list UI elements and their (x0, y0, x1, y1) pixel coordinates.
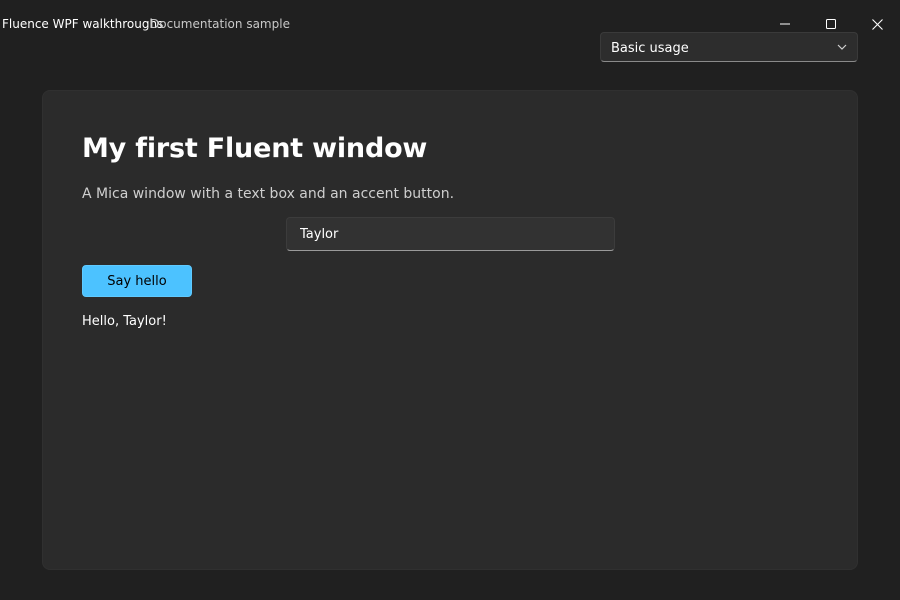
page-description: A Mica window with a text box and an acc… (82, 186, 455, 202)
chevron-down-icon (837, 44, 847, 50)
content-card: My first Fluent window A Mica window wit… (42, 90, 858, 570)
app-window: Fluence WPF walkthroughs Documentation s… (0, 0, 900, 600)
name-input[interactable] (286, 217, 615, 251)
page-title: My first Fluent window (82, 133, 428, 164)
walkthrough-select[interactable]: Basic usage (600, 32, 858, 62)
close-button[interactable] (854, 8, 900, 40)
close-icon (871, 18, 883, 30)
minimize-icon (780, 23, 790, 25)
app-title: Fluence WPF walkthroughs (2, 17, 164, 31)
walkthrough-select-value: Basic usage (611, 41, 689, 56)
maximize-icon (826, 19, 836, 29)
greeting-text: Hello, Taylor! (82, 314, 167, 329)
say-hello-button[interactable]: Say hello (82, 265, 192, 297)
app-subtitle: Documentation sample (150, 17, 290, 31)
